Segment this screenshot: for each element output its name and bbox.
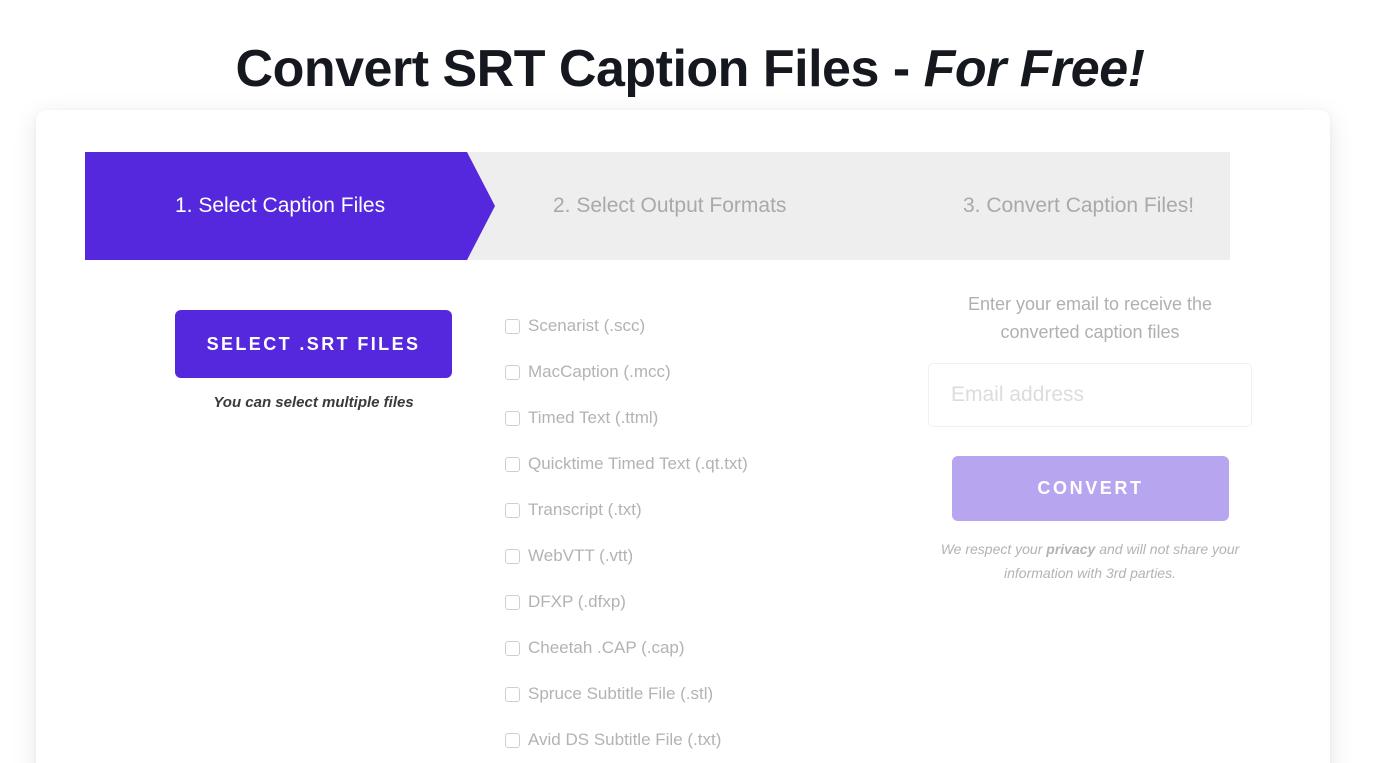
format-label: Timed Text (.ttml) <box>528 408 658 428</box>
format-label: Quicktime Timed Text (.qt.txt) <box>528 454 748 474</box>
checkbox-icon[interactable] <box>505 319 520 334</box>
email-convert-column: Enter your email to receive the converte… <box>905 290 1270 763</box>
step-3-convert-caption-files[interactable]: 3. Convert Caption Files! <box>860 152 1230 260</box>
format-label: Spruce Subtitle File (.stl) <box>528 684 713 704</box>
format-label: Scenarist (.scc) <box>528 316 645 336</box>
list-item[interactable]: DFXP (.dfxp) <box>505 579 905 625</box>
select-files-hint: You can select multiple files <box>175 394 452 411</box>
list-item[interactable]: Spruce Subtitle File (.stl) <box>505 671 905 717</box>
page-title: Convert SRT Caption Files - For Free! <box>0 35 1380 103</box>
step-2-select-output-formats[interactable]: 2. Select Output Formats <box>495 152 860 260</box>
checkbox-icon[interactable] <box>505 733 520 748</box>
list-item[interactable]: WebVTT (.vtt) <box>505 533 905 579</box>
select-srt-files-button[interactable]: SELECT .SRT FILES <box>175 310 452 378</box>
checkbox-icon[interactable] <box>505 595 520 610</box>
list-item[interactable]: Quicktime Timed Text (.qt.txt) <box>505 441 905 487</box>
checkbox-icon[interactable] <box>505 365 520 380</box>
list-item[interactable]: Scenarist (.scc) <box>505 303 905 349</box>
privacy-note: We respect your privacy and will not sha… <box>928 537 1252 585</box>
format-label: Transcript (.txt) <box>528 500 642 520</box>
step-1-label: 1. Select Caption Files <box>175 194 385 218</box>
checkbox-icon[interactable] <box>505 641 520 656</box>
format-label: Cheetah .CAP (.cap) <box>528 638 685 658</box>
checkbox-icon[interactable] <box>505 687 520 702</box>
step-3-label: 3. Convert Caption Files! <box>963 194 1194 218</box>
step-2-label: 2. Select Output Formats <box>553 194 786 218</box>
select-files-column: SELECT .SRT FILES You can select multipl… <box>85 290 505 763</box>
format-label: WebVTT (.vtt) <box>528 546 633 566</box>
email-field[interactable] <box>928 363 1252 427</box>
email-prompt-text: Enter your email to receive the converte… <box>928 290 1252 346</box>
page-title-accent: For Free! <box>924 40 1145 98</box>
page-title-main: Convert SRT Caption Files - <box>236 40 924 98</box>
checkbox-icon[interactable] <box>505 549 520 564</box>
checkbox-icon[interactable] <box>505 457 520 472</box>
converter-card: 1. Select Caption Files 2. Select Output… <box>36 110 1330 763</box>
page-root: Convert SRT Caption Files - For Free! 1.… <box>0 0 1380 763</box>
convert-button[interactable]: CONVERT <box>952 456 1229 521</box>
list-item[interactable]: Timed Text (.ttml) <box>505 395 905 441</box>
converter-columns: SELECT .SRT FILES You can select multipl… <box>85 290 1285 763</box>
privacy-link[interactable]: privacy <box>1046 541 1095 557</box>
list-item[interactable]: Cheetah .CAP (.cap) <box>505 625 905 671</box>
privacy-note-prefix: We respect your <box>941 541 1047 557</box>
list-item[interactable]: MacCaption (.mcc) <box>505 349 905 395</box>
checkbox-icon[interactable] <box>505 411 520 426</box>
stepper: 1. Select Caption Files 2. Select Output… <box>85 152 1230 260</box>
format-label: DFXP (.dfxp) <box>528 592 626 612</box>
format-label: MacCaption (.mcc) <box>528 362 671 382</box>
format-label: Avid DS Subtitle File (.txt) <box>528 730 721 750</box>
list-item[interactable]: Avid DS Subtitle File (.txt) <box>505 717 905 763</box>
checkbox-icon[interactable] <box>505 503 520 518</box>
step-1-select-caption-files[interactable]: 1. Select Caption Files <box>85 152 495 260</box>
output-format-list: Scenarist (.scc) MacCaption (.mcc) Timed… <box>505 303 905 763</box>
list-item[interactable]: Transcript (.txt) <box>505 487 905 533</box>
output-formats-column: Scenarist (.scc) MacCaption (.mcc) Timed… <box>505 290 905 763</box>
